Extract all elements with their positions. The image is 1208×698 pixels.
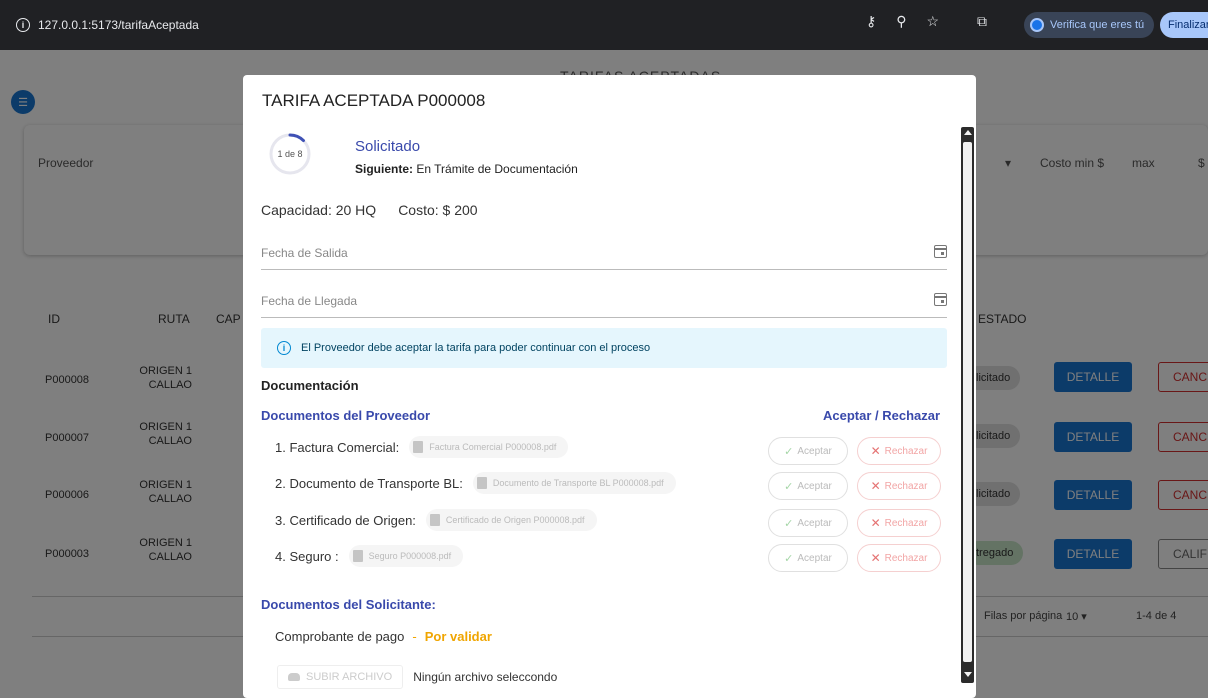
file-icon [429, 514, 440, 526]
check-icon: ✓ [784, 445, 794, 458]
bookmark-star-icon[interactable]: ☆ [927, 13, 940, 30]
scroll-up-icon[interactable] [964, 130, 972, 135]
reject-button[interactable]: ✕ Rechazar [857, 472, 941, 500]
document-label: 3. Certificado de Origen: [275, 512, 416, 528]
file-icon [413, 441, 424, 453]
file-chip[interactable]: Seguro P000008.pdf [348, 545, 464, 567]
file-chip[interactable]: Factura Comercial P000008.pdf [409, 436, 569, 458]
site-info-icon[interactable]: i [16, 18, 30, 32]
solicitante-docs-heading: Documentos del Solicitante: [261, 597, 436, 612]
file-icon [352, 550, 363, 562]
proveedor-docs-heading: Documentos del Proveedor [261, 408, 431, 423]
check-icon: ✓ [784, 480, 794, 493]
document-label: 2. Documento de Transporte BL: [275, 475, 463, 491]
extensions-icon[interactable]: ⧉ [977, 13, 987, 30]
file-icon [476, 477, 487, 489]
capacity-text: Capacidad: 20 HQ [261, 202, 377, 218]
comprobante-label: Comprobante de pago [275, 629, 405, 644]
address-bar[interactable]: i 127.0.0.1:5173/tarifaAceptada [16, 13, 199, 37]
accept-button[interactable]: ✓ Aceptar [768, 544, 848, 572]
document-label: 1. Factura Comercial: [275, 439, 400, 455]
upload-button[interactable]: SUBIR ARCHIVO [277, 665, 404, 689]
browser-toolbar: i 127.0.0.1:5173/tarifaAceptada ⚷ ⚲ ☆ ⧉ … [0, 0, 1208, 50]
info-icon: i [277, 341, 291, 355]
reject-button[interactable]: ✕ Rechazar [857, 437, 941, 465]
comprobante-separator: - [412, 629, 417, 644]
fecha-salida-field[interactable]: Fecha de Salida [261, 240, 947, 270]
close-icon: ✕ [870, 516, 881, 530]
aceptar-rechazar-heading: Aceptar / Rechazar [823, 408, 941, 423]
cloud-upload-icon [288, 673, 300, 681]
calendar-icon[interactable] [934, 245, 947, 258]
calendar-icon[interactable] [934, 293, 947, 306]
modal-title: TARIFA ACEPTADA P000008 [262, 91, 486, 110]
comprobante-status: Por validar [424, 629, 492, 644]
upload-hint: Ningún archivo seleccondo [413, 670, 558, 684]
verifica-label: Verifica que eres tú [1050, 19, 1145, 31]
cost-text: Costo: $ 200 [398, 202, 478, 218]
info-alert: i El Proveedor debe aceptar la tarifa pa… [261, 328, 947, 368]
browser-action-icons: ⚷ ⚲ ☆ [866, 13, 939, 30]
fecha-llegada-field[interactable]: Fecha de Llegada [261, 288, 947, 318]
next-stage: Siguiente: En Trámite de Documentación [355, 162, 578, 176]
comprobante-row: Comprobante de pago - Por validar [275, 629, 492, 644]
accept-button[interactable]: ✓ Aceptar [768, 437, 848, 465]
scroll-down-icon[interactable] [964, 672, 972, 677]
file-chip[interactable]: Documento de Transporte BL P000008.pdf [472, 472, 676, 494]
reject-button[interactable]: ✕ Rechazar [857, 509, 941, 537]
finalizar-button[interactable]: Finalizar [1160, 12, 1208, 38]
capacity-cost-row: Capacidad: 20 HQ Costo: $ 200 [261, 202, 478, 218]
close-icon: ✕ [870, 479, 881, 493]
current-stage: Solicitado [355, 138, 421, 155]
verifica-icon [1030, 18, 1044, 32]
verifica-button[interactable]: Verifica que eres tú [1024, 12, 1155, 38]
check-icon: ✓ [784, 517, 794, 530]
close-icon: ✕ [870, 444, 881, 458]
file-chip[interactable]: Certificado de Origen P000008.pdf [425, 509, 597, 531]
progress-text: 1 de 8 [277, 149, 303, 159]
fecha-salida-label: Fecha de Salida [261, 246, 348, 260]
modal-scrollbar-thumb[interactable] [963, 142, 972, 662]
upload-row: SUBIR ARCHIVO Ningún archivo seleccondo [277, 665, 557, 689]
zoom-icon[interactable]: ⚲ [896, 13, 906, 30]
alert-text: El Proveedor debe aceptar la tarifa para… [301, 342, 651, 354]
fecha-llegada-label: Fecha de Llegada [261, 294, 358, 308]
documentacion-heading: Documentación [261, 378, 359, 393]
document-label: 4. Seguro : [275, 548, 339, 564]
accept-button[interactable]: ✓ Aceptar [768, 509, 848, 537]
tarifa-detail-modal: TARIFA ACEPTADA P000008 1 de 8 Solicitad… [243, 75, 976, 698]
check-icon: ✓ [784, 552, 794, 565]
password-key-icon[interactable]: ⚷ [866, 13, 876, 30]
accept-button[interactable]: ✓ Aceptar [768, 472, 848, 500]
url-text[interactable]: 127.0.0.1:5173/tarifaAceptada [38, 18, 199, 32]
close-icon: ✕ [870, 551, 881, 565]
reject-button[interactable]: ✕ Rechazar [857, 544, 941, 572]
